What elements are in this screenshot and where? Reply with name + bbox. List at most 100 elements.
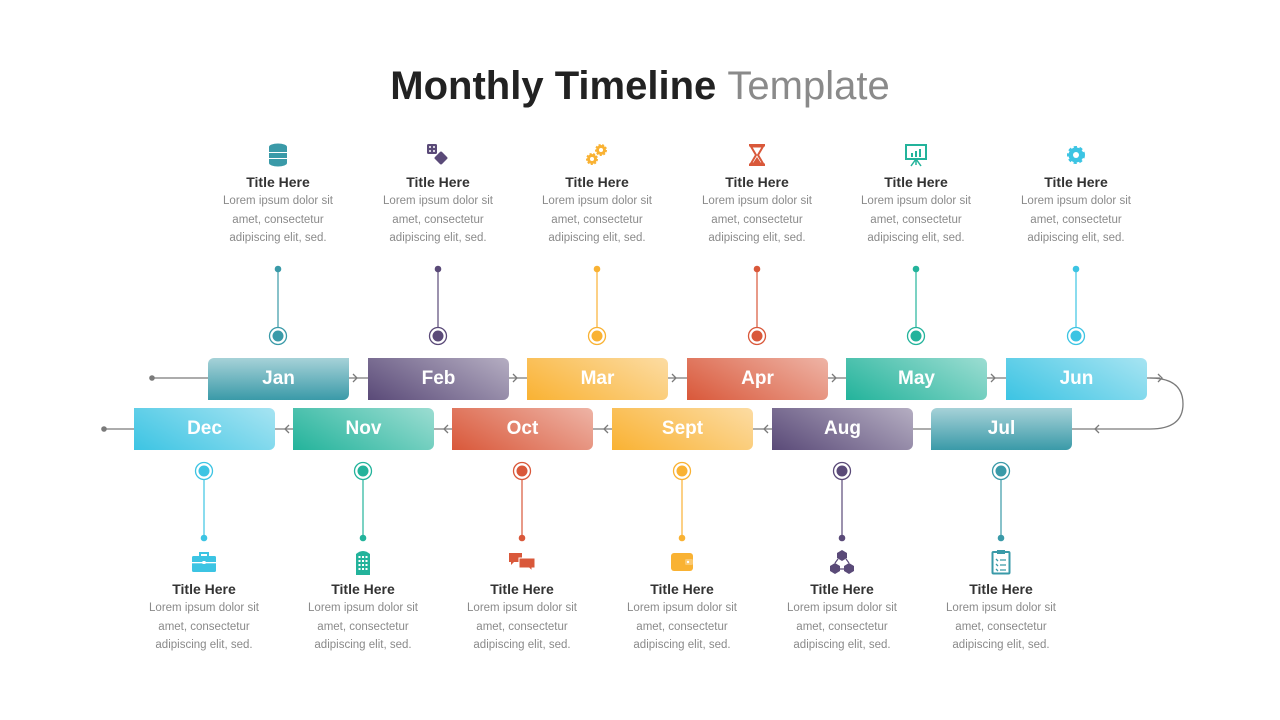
node-dot (995, 465, 1007, 477)
milestone-card-jun: Title Here Lorem ipsum dolor sit amet, con… (996, 142, 1156, 248)
connector-jul (991, 461, 1011, 542)
month-label: Sept (661, 418, 704, 439)
milestone-description: Lorem ipsum dolor sit amet, consectetur ad… (921, 599, 1081, 655)
building-icon (283, 549, 443, 575)
description-line: amet, consectetur (551, 213, 643, 226)
connector-dot (1072, 265, 1080, 273)
connector-may (906, 265, 926, 346)
month-box-mar[interactable]: Mar (527, 358, 668, 400)
month-box-may[interactable]: May (846, 358, 987, 400)
milestone-description: Lorem ipsum dolor sit amet, consectetur ad… (762, 599, 922, 655)
month-label: Apr (741, 368, 774, 389)
description-line: adipiscing elit, sed. (548, 232, 646, 244)
description-line: Lorem ipsum dolor sit (861, 195, 971, 207)
description-line: amet, consectetur (796, 620, 888, 633)
milestone-title: Title Here (725, 174, 789, 190)
start-dot (149, 375, 155, 381)
connector-feb (428, 265, 448, 346)
presentation-icon (836, 142, 996, 168)
chat-bubbles-icon (442, 549, 602, 575)
description-line: amet, consectetur (476, 620, 568, 633)
connector-jan (268, 265, 288, 346)
connector-dot (593, 265, 601, 273)
description-line: Lorem ipsum dolor sit (149, 602, 259, 614)
timeline-curve (1149, 377, 1184, 430)
month-box-nov[interactable]: Nov (293, 408, 434, 450)
gear-icon (996, 142, 1156, 168)
connector-dot (434, 265, 442, 273)
description-line: adipiscing elit, sed. (633, 639, 731, 651)
connector-dot (274, 265, 282, 273)
description-line: Lorem ipsum dolor sit (702, 195, 812, 207)
milestone-card-jan: Title Here Lorem ipsum dolor sit amet, con… (198, 142, 358, 248)
milestone-card-aug: Title Here Lorem ipsum dolor sit amet, con… (762, 549, 922, 655)
description-line: adipiscing elit, sed. (952, 639, 1050, 651)
description-line: amet, consectetur (711, 213, 803, 226)
month-label: Jun (1059, 368, 1094, 389)
description-line: amet, consectetur (158, 620, 250, 633)
milestone-card-nov: Title Here Lorem ipsum dolor sit amet, con… (283, 549, 443, 655)
month-box-feb[interactable]: Feb (368, 358, 509, 400)
briefcase-icon (124, 549, 284, 575)
milestone-description: Lorem ipsum dolor sit amet, consectetur ad… (442, 599, 602, 655)
node-dot (751, 330, 763, 342)
milestone-description: Lorem ipsum dolor sit amet, consectetur ad… (198, 192, 358, 248)
month-box-jun[interactable]: Jun (1006, 358, 1147, 400)
description-line: Lorem ipsum dolor sit (308, 602, 418, 614)
milestone-title: Title Here (884, 174, 948, 190)
description-line: amet, consectetur (392, 213, 484, 226)
milestone-description: Lorem ipsum dolor sit amet, consectetur ad… (836, 192, 996, 248)
month-box-sept[interactable]: Sept (612, 408, 753, 450)
milestone-card-may: Title Here Lorem ipsum dolor sit amet, con… (836, 142, 996, 248)
node-dot (198, 465, 210, 477)
milestone-description: Lorem ipsum dolor sit amet, consectetur ad… (124, 599, 284, 655)
month-box-jan[interactable]: Jan (208, 358, 349, 400)
month-box-aug[interactable]: Aug (772, 408, 913, 450)
connector-dec (194, 461, 214, 542)
connector-mar (587, 265, 607, 346)
milestone-title: Title Here (331, 581, 395, 597)
description-line: Lorem ipsum dolor sit (787, 602, 897, 614)
milestone-title: Title Here (810, 581, 874, 597)
description-line: Lorem ipsum dolor sit (1021, 195, 1131, 207)
end-dot (101, 426, 107, 432)
description-line: amet, consectetur (1030, 213, 1122, 226)
month-box-dec[interactable]: Dec (134, 408, 275, 450)
month-label: Aug (824, 418, 861, 439)
month-label: Dec (187, 418, 222, 439)
description-line: adipiscing elit, sed. (473, 639, 571, 651)
description-line: adipiscing elit, sed. (867, 232, 965, 244)
wallet-icon (602, 549, 762, 575)
month-box-apr[interactable]: Apr (687, 358, 828, 400)
connector-dot (200, 534, 208, 542)
milestone-title: Title Here (650, 581, 714, 597)
month-box-oct[interactable]: Oct (452, 408, 593, 450)
description-line: amet, consectetur (870, 213, 962, 226)
connector-apr (747, 265, 767, 346)
node-dot (676, 465, 688, 477)
connector-nov (353, 461, 373, 542)
description-line: Lorem ipsum dolor sit (467, 602, 577, 614)
milestone-description: Lorem ipsum dolor sit amet, consectetur ad… (677, 192, 837, 248)
connector-dot (753, 265, 761, 273)
gears-icon (517, 142, 677, 168)
milestone-description: Lorem ipsum dolor sit amet, consectetur ad… (996, 192, 1156, 248)
milestone-card-oct: Title Here Lorem ipsum dolor sit amet, con… (442, 549, 602, 655)
node-dot (591, 330, 603, 342)
connector-dot (997, 534, 1005, 542)
description-line: adipiscing elit, sed. (793, 639, 891, 651)
milestone-title: Title Here (246, 174, 310, 190)
description-line: Lorem ipsum dolor sit (383, 195, 493, 207)
milestone-description: Lorem ipsum dolor sit amet, consectetur ad… (517, 192, 677, 248)
connector-dot (838, 534, 846, 542)
connector-oct (512, 461, 532, 542)
description-line: amet, consectetur (317, 620, 409, 633)
month-box-jul[interactable]: Jul (931, 408, 1072, 450)
connector-jun (1066, 265, 1086, 346)
connector-dot (678, 534, 686, 542)
connector-dot (912, 265, 920, 273)
month-label: Jan (262, 368, 295, 389)
description-line: adipiscing elit, sed. (229, 232, 327, 244)
month-label: Oct (506, 418, 539, 439)
month-label: Feb (421, 368, 456, 389)
